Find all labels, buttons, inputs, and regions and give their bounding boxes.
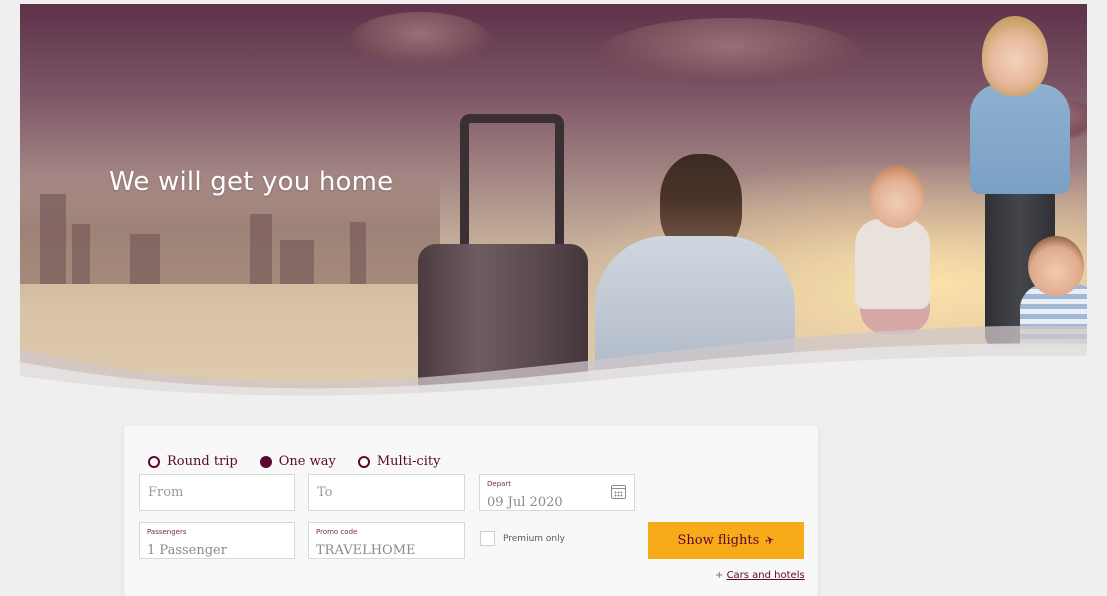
flight-search-card: Round trip One way Multi-city From To De… (124, 426, 818, 596)
cars-and-hotels-link[interactable]: Cars and hotels (727, 570, 805, 581)
depart-label: Depart (487, 480, 512, 488)
radio-one-way[interactable] (259, 455, 272, 468)
cars-hotels-link-wrap: + Cars and hotels (715, 570, 805, 581)
show-flights-button[interactable]: Show flights ✈ (648, 522, 804, 559)
promo-code-label: Promo code (316, 528, 358, 536)
premium-only-label: Premium only (503, 533, 565, 544)
hero-title: We will get you home (109, 167, 394, 197)
trip-type-selector: Round trip One way Multi-city (148, 454, 440, 469)
from-placeholder: From (148, 485, 184, 500)
passengers-label: Passengers (147, 528, 187, 536)
premium-only-option[interactable]: Premium only (480, 531, 565, 546)
premium-only-checkbox[interactable] (480, 531, 495, 546)
passengers-value: 1 Passenger (147, 543, 227, 558)
plane-icon: ✈ (763, 533, 777, 548)
show-flights-label: Show flights (677, 533, 760, 548)
trip-type-label: One way (278, 454, 336, 469)
trip-type-label: Multi-city (376, 454, 441, 469)
to-input[interactable]: To (308, 474, 465, 511)
depart-value: 09 Jul 2020 (487, 495, 563, 510)
promo-code-field[interactable]: Promo code TRAVELHOME (308, 522, 465, 559)
calendar-icon[interactable] (611, 485, 626, 499)
passengers-field[interactable]: Passengers 1 Passenger (139, 522, 295, 559)
radio-round-trip[interactable] (148, 455, 160, 468)
hero-wave (20, 325, 1087, 404)
trip-type-one-way[interactable]: One way (259, 454, 336, 469)
trip-type-multi-city[interactable]: Multi-city (357, 454, 441, 469)
trip-type-round-trip[interactable]: Round trip (148, 454, 238, 469)
depart-date-field[interactable]: Depart 09 Jul 2020 (479, 474, 635, 511)
trip-type-label: Round trip (167, 454, 238, 469)
from-input[interactable]: From (139, 474, 295, 511)
cars-link-prefix: + (715, 570, 727, 581)
radio-multi-city[interactable] (357, 455, 370, 468)
to-placeholder: To (317, 485, 333, 500)
promo-code-value: TRAVELHOME (316, 543, 416, 558)
hero-banner: We will get you home (20, 4, 1087, 404)
